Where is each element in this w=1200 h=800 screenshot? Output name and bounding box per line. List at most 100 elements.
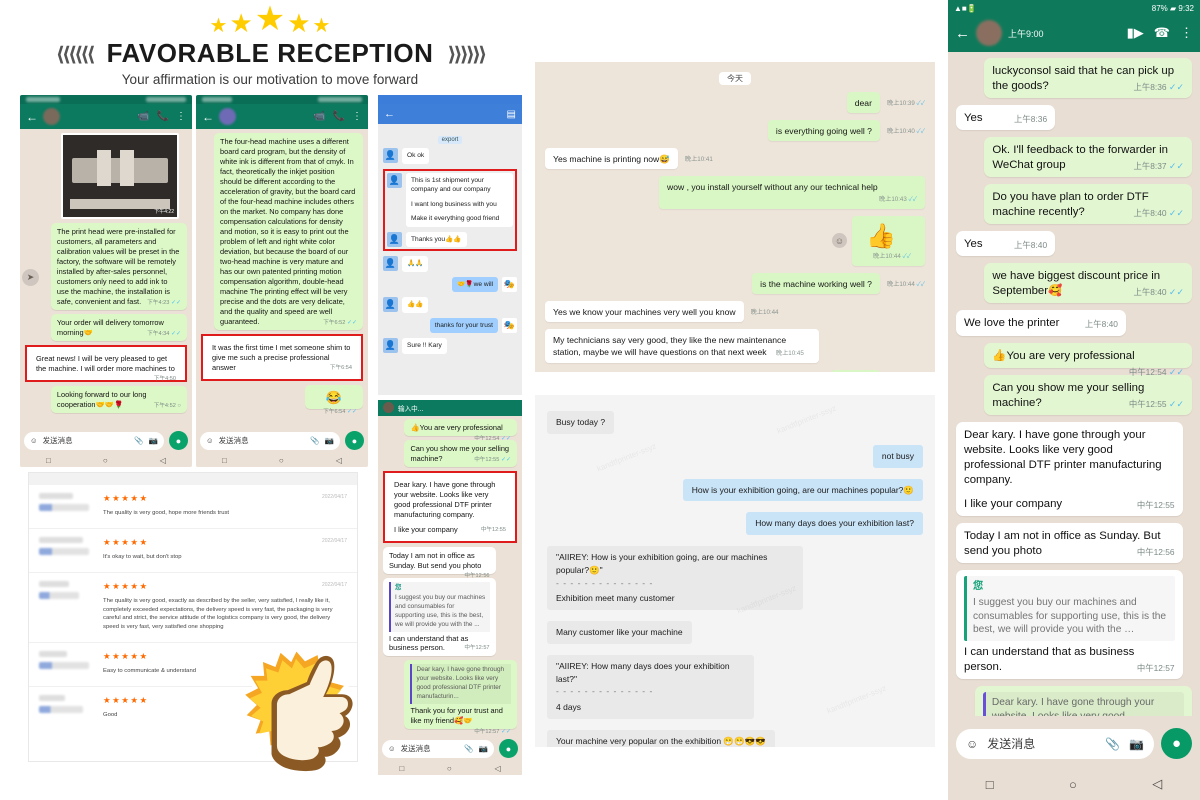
attached-photo[interactable]: 下午4:22 — [61, 133, 179, 219]
recents-icon[interactable]: □ — [46, 456, 51, 465]
back-nav-icon[interactable]: ◁ — [494, 764, 500, 773]
message-row[interactable]: ☺ 👍 晚上10:44 ✓✓ — [545, 215, 925, 273]
message-row[interactable]: thanks for your trust 🎭 — [383, 317, 517, 334]
message-list[interactable]: The four-head machine uses a different b… — [196, 129, 368, 428]
message-list[interactable]: export 👤 Ok ok 👤 This is 1st shipment yo… — [378, 124, 522, 395]
list-menu-icon[interactable]: ▤ — [507, 109, 516, 120]
message-composer[interactable]: ☺ 发送消息 📎 📷 ● — [20, 428, 192, 453]
emoji-react-icon[interactable]: ☺ — [831, 233, 847, 249]
camera-icon[interactable]: 📷 — [325, 436, 334, 445]
home-icon[interactable]: ○ — [447, 764, 452, 773]
home-icon[interactable]: ○ — [1069, 777, 1077, 792]
back-nav-icon[interactable]: ◁ — [1152, 776, 1162, 792]
chat-bubble[interactable]: Dear kary. I have gone through your webs… — [956, 421, 1183, 516]
attach-icon[interactable]: 📎 — [1105, 737, 1120, 751]
chat-bubble[interactable]: Yes 上午8:40 — [956, 231, 1056, 257]
phone-call-icon[interactable]: 📞 — [157, 111, 169, 122]
back-icon[interactable]: ← — [26, 111, 38, 123]
chat-bubble[interactable]: Your order will delivery tomorrow mornin… — [50, 313, 187, 341]
message-input[interactable]: ☺ 发送消息 📎 📷 — [382, 739, 494, 758]
bubble-text[interactable]: Busy today ? — [547, 411, 615, 434]
forward-icon[interactable]: ➤ — [22, 269, 39, 286]
chat-bubble[interactable]: The print head were pre-installed for cu… — [50, 223, 187, 310]
attach-icon[interactable]: 📎 — [134, 436, 143, 445]
chat-bubble[interactable]: wow , you install yourself without any o… — [659, 176, 925, 209]
attach-icon[interactable]: 📎 — [464, 744, 473, 753]
bubble-text[interactable]: How is your exhibition going, are our ma… — [682, 478, 923, 502]
chat-bubble[interactable]: 👍You are very professional 中午12:54 ✓✓ — [404, 418, 517, 442]
message-row[interactable]: dear 晚上10:39 ✓✓ — [545, 92, 925, 120]
message-row[interactable]: 👤 🙏🙏 — [383, 256, 517, 272]
contact-name[interactable]: 上午9:00 — [1008, 24, 1121, 42]
bubble-text[interactable]: Your machine very popular on the exhibit… — [547, 729, 775, 747]
mic-button[interactable]: ● — [169, 431, 188, 450]
message-row[interactable]: 👤 Ok ok — [383, 148, 517, 164]
back-nav-icon[interactable]: ◁ — [336, 456, 342, 465]
back-icon[interactable]: ← — [955, 25, 970, 42]
chat-bubble[interactable]: My technicians say very good, they like … — [545, 329, 819, 363]
message-row[interactable]: not busy — [547, 444, 923, 479]
camera-icon[interactable]: 📷 — [1129, 737, 1144, 751]
message-row[interactable]: Busy today ? — [547, 411, 923, 445]
bubble-text[interactable]: How many days does your exhibition last? — [746, 512, 923, 535]
bubble-text[interactable]: not busy — [872, 444, 923, 468]
message-row[interactable]: 🤝🌹we will 🎭 — [383, 276, 517, 293]
chat-bubble[interactable]: Today I am not in office as Sunday. But … — [383, 546, 496, 579]
message-list[interactable]: luckyconsol said that he can pick up the… — [948, 52, 1200, 716]
bubble-text[interactable]: great 💐 — [831, 369, 880, 372]
bubble-text[interactable]: Sure !! Kary — [402, 338, 447, 355]
message-list[interactable]: 👍You are very professional 中午12:54 ✓✓ Ca… — [378, 416, 522, 736]
bubble-text[interactable]: Many customer like your machine — [547, 621, 692, 644]
chat-bubble[interactable]: Looking forward to our long cooperation🤝… — [50, 385, 187, 413]
back-nav-icon[interactable]: ◁ — [160, 456, 166, 465]
message-row[interactable]: Your machine very popular on the exhibit… — [547, 729, 923, 747]
phone-call-icon[interactable]: 📞 — [333, 111, 345, 122]
video-call-icon[interactable]: 📹 — [137, 111, 149, 122]
chat-bubble[interactable]: Dear kary. I have gone through your webs… — [404, 660, 517, 735]
bubble-text[interactable]: Yes machine is printing now😅 — [545, 148, 678, 170]
menu-icon[interactable]: ⋮ — [1180, 25, 1193, 41]
message-row[interactable]: 👤 Thanks you👍👍 — [387, 231, 513, 248]
chat-bubble[interactable]: Do you have plan to order DTF machine re… — [984, 184, 1192, 225]
camera-icon[interactable]: 📷 — [149, 436, 158, 445]
bubble-text[interactable]: Ok ok — [402, 148, 430, 164]
message-row[interactable]: 👤 This is 1st shipment your company and … — [387, 172, 513, 227]
message-composer[interactable]: ☺ 发送消息 📎 📷 ● — [948, 723, 1200, 764]
menu-icon[interactable]: ⋮ — [352, 111, 362, 122]
back-icon[interactable]: ← — [384, 108, 395, 120]
home-icon[interactable]: ○ — [103, 456, 108, 465]
chat-bubble[interactable]: 😂 下午6:54 ✓✓ — [304, 384, 363, 415]
video-call-icon[interactable]: 📹 — [313, 111, 325, 122]
bubble-text[interactable]: is everything going well ? — [767, 120, 880, 142]
message-row[interactable]: "AIIREY: How is your exhibition going, a… — [547, 546, 923, 621]
message-row[interactable]: 👤 👍👍 — [383, 297, 517, 313]
attach-icon[interactable]: 📎 — [310, 436, 319, 445]
emoji-icon[interactable]: ☺ — [388, 744, 396, 753]
bubble-text[interactable]: thanks for your trust — [429, 317, 498, 334]
chat-bubble[interactable]: Today I am not in office as Sunday. But … — [956, 522, 1183, 563]
emoji-icon[interactable]: ☺ — [966, 737, 978, 751]
bubble-text[interactable]: Yes we know your machines very well you … — [545, 301, 744, 323]
phone-call-icon[interactable]: ☎ — [1154, 25, 1170, 41]
bubble-text[interactable]: 🙏🙏 — [402, 256, 429, 272]
mic-button[interactable]: ● — [345, 431, 364, 450]
chat-bubble[interactable]: luckyconsol said that he can pick up the… — [984, 58, 1192, 99]
bubble-text[interactable]: is the machine working well ? — [752, 273, 880, 295]
message-row[interactable]: My technicians say very good, they like … — [545, 329, 925, 370]
chat-bubble[interactable]: Can you show me your selling machine? 中午… — [404, 439, 517, 467]
message-row[interactable]: Yes we know your machines very well you … — [545, 301, 925, 329]
avatar[interactable] — [976, 20, 1002, 46]
chat-bubble[interactable]: Dear kary. I have gone through your webs… — [974, 686, 1192, 716]
chat-bubble[interactable]: 您 I suggest you buy our machines and con… — [383, 577, 496, 657]
message-row[interactable]: How is your exhibition going, are our ma… — [547, 478, 923, 513]
emoji-icon[interactable]: ☺ — [30, 436, 38, 445]
message-row[interactable]: wow , you install yourself without any o… — [545, 176, 925, 216]
mic-button[interactable]: ● — [499, 739, 518, 759]
chat-bubble[interactable]: 👍 晚上10:44 ✓✓ — [851, 215, 925, 267]
bubble-text[interactable]: Thanks you👍👍 — [406, 231, 467, 248]
chat-bubble[interactable]: Dear kary. I have gone through your webs… — [388, 475, 512, 538]
message-row[interactable]: "AIIREY: How many days does your exhibit… — [547, 654, 923, 730]
chat-bubble[interactable]: Great news! I will be very pleased to ge… — [30, 349, 182, 382]
chat-bubble[interactable]: We love the printer 上午8:40 — [956, 310, 1126, 336]
menu-icon[interactable]: ⋮ — [176, 111, 186, 122]
